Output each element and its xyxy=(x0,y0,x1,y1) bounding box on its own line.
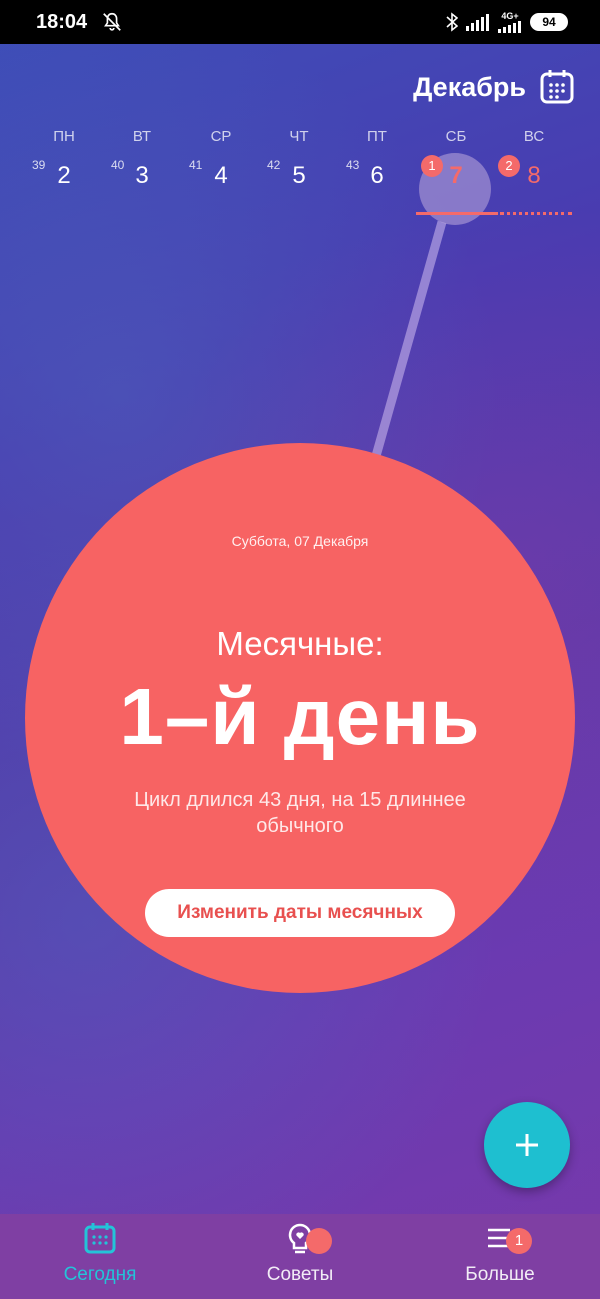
nav-tips[interactable]: Советы xyxy=(200,1214,400,1299)
day-name: ВС xyxy=(523,128,545,145)
cycle-description: Цикл длился 43 дня, на 15 длиннее обычно… xyxy=(134,789,466,837)
period-underline xyxy=(416,212,498,215)
add-button[interactable] xyxy=(484,1102,570,1188)
tips-notification-dot xyxy=(306,1228,332,1254)
period-label: Месячные: xyxy=(216,625,384,662)
nav-tips-label: Советы xyxy=(266,1264,334,1285)
day-badge: 1 xyxy=(421,155,443,177)
day-number: 5 xyxy=(292,162,306,189)
nav-today[interactable]: Сегодня xyxy=(0,1214,200,1299)
day-number: 3 xyxy=(135,162,149,189)
edit-period-dates-button[interactable]: Изменить даты месячных xyxy=(145,889,455,937)
more-badge: 1 xyxy=(506,1228,532,1254)
period-day: 1–й день xyxy=(119,672,481,761)
day-name: ПН xyxy=(53,128,75,145)
nav-more[interactable]: 1 Больше xyxy=(400,1214,600,1299)
day-name: ПТ xyxy=(367,128,387,145)
day-name: ЧТ xyxy=(289,128,309,145)
day-name: СБ xyxy=(445,128,467,145)
nav-today-label: Сегодня xyxy=(63,1264,137,1285)
day-number: 4 xyxy=(214,162,228,189)
calendar-icon xyxy=(84,1223,116,1254)
plus-icon xyxy=(516,1134,538,1156)
week-strip: ПН 2 ВТ 3 СР 4 ЧТ 5 ПТ 6 СБ 7 ВС 8 39 40… xyxy=(24,128,576,218)
predicted-underline xyxy=(500,212,572,215)
bottom-nav: Сегодня Советы 1 Больше xyxy=(0,1214,600,1299)
period-circle: Суббота, 07 Декабря Месячные: 1–й день Ц… xyxy=(25,443,575,993)
day-pointer-line xyxy=(371,220,447,458)
day-badge: 2 xyxy=(498,155,520,177)
day-number: 6 xyxy=(370,162,384,189)
selected-date: Суббота, 07 Декабря xyxy=(231,533,369,549)
day-name: ВТ xyxy=(132,128,152,145)
day-name: СР xyxy=(210,128,232,145)
day-number: 2 xyxy=(57,162,71,189)
nav-more-label: Больше xyxy=(465,1264,535,1285)
